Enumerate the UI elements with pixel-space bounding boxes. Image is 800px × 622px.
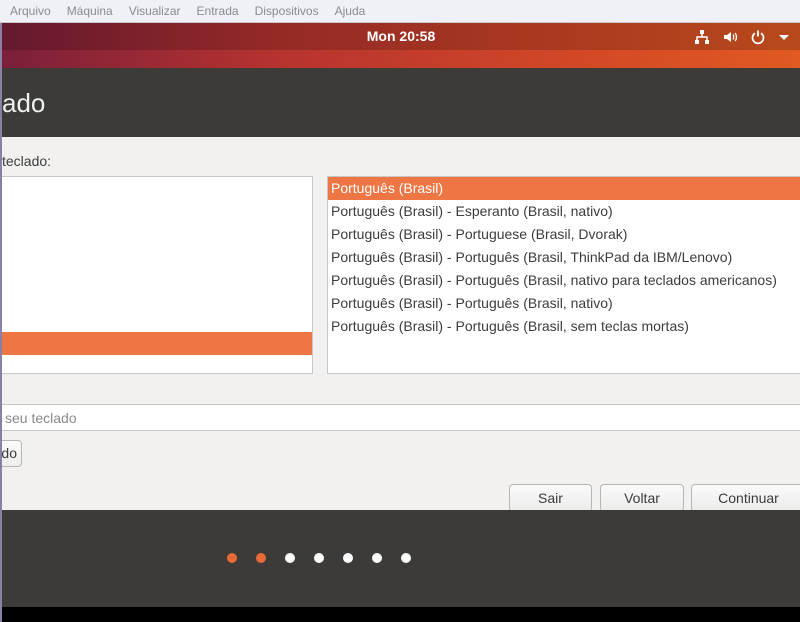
- variant-item[interactable]: Português (Brasil) - Portuguese (Brasil,…: [328, 223, 800, 246]
- variant-list[interactable]: Português (Brasil) Português (Brasil) - …: [327, 176, 800, 374]
- progress-dot: [401, 553, 411, 563]
- volume-icon[interactable]: [722, 29, 738, 45]
- clock[interactable]: Mon 20:58: [2, 28, 800, 44]
- variant-item[interactable]: Português (Brasil) - Esperanto (Brasil, …: [328, 200, 800, 223]
- keyboard-test-input[interactable]: [2, 404, 800, 431]
- menu-visualizar[interactable]: Visualizar: [121, 4, 189, 18]
- layout-list[interactable]: [2, 176, 313, 374]
- progress-dot: [285, 553, 295, 563]
- top-panel: Mon 20:58: [2, 23, 800, 68]
- continue-button[interactable]: Continuar: [691, 484, 800, 512]
- variant-item[interactable]: Português (Brasil) - Português (Brasil, …: [328, 269, 800, 292]
- network-icon[interactable]: [694, 29, 710, 45]
- progress-dots: [227, 553, 411, 563]
- quit-button[interactable]: Sair: [509, 484, 592, 512]
- vbox-menubar: Arquivo Máquina Visualizar Entrada Dispo…: [0, 0, 800, 23]
- guest-screen: Mon 20:58 ado teclado: Português (Brasil: [2, 23, 800, 622]
- progress-dot: [372, 553, 382, 563]
- layout-prompt-label: teclado:: [2, 153, 52, 169]
- menu-entrada[interactable]: Entrada: [189, 4, 247, 18]
- installer-header: ado: [2, 68, 800, 137]
- system-tray[interactable]: [694, 27, 790, 47]
- installer-content: teclado: Português (Brasil) Português (B…: [2, 137, 800, 512]
- progress-dot: [343, 553, 353, 563]
- bottom-bar: [2, 607, 800, 622]
- layout-list-selected-item[interactable]: [2, 332, 312, 355]
- variant-item[interactable]: Português (Brasil) - Português (Brasil, …: [328, 292, 800, 315]
- progress-dot: [227, 553, 237, 563]
- back-button[interactable]: Voltar: [600, 484, 684, 512]
- variant-item-selected[interactable]: Português (Brasil): [328, 177, 800, 200]
- menu-ajuda[interactable]: Ajuda: [327, 4, 374, 18]
- detect-layout-button[interactable]: do: [2, 440, 22, 467]
- menu-arquivo[interactable]: Arquivo: [0, 4, 59, 18]
- menu-dispositivos[interactable]: Dispositivos: [247, 4, 327, 18]
- page-title: ado: [2, 88, 46, 118]
- power-icon[interactable]: [750, 29, 766, 45]
- variant-item[interactable]: Português (Brasil) - Português (Brasil, …: [328, 315, 800, 338]
- variant-item[interactable]: Português (Brasil) - Português (Brasil, …: [328, 246, 800, 269]
- installer-footer: [2, 510, 800, 607]
- progress-dot: [314, 553, 324, 563]
- dropdown-arrow-icon[interactable]: [778, 31, 790, 43]
- progress-dot: [256, 553, 266, 563]
- menu-maquina[interactable]: Máquina: [59, 4, 121, 18]
